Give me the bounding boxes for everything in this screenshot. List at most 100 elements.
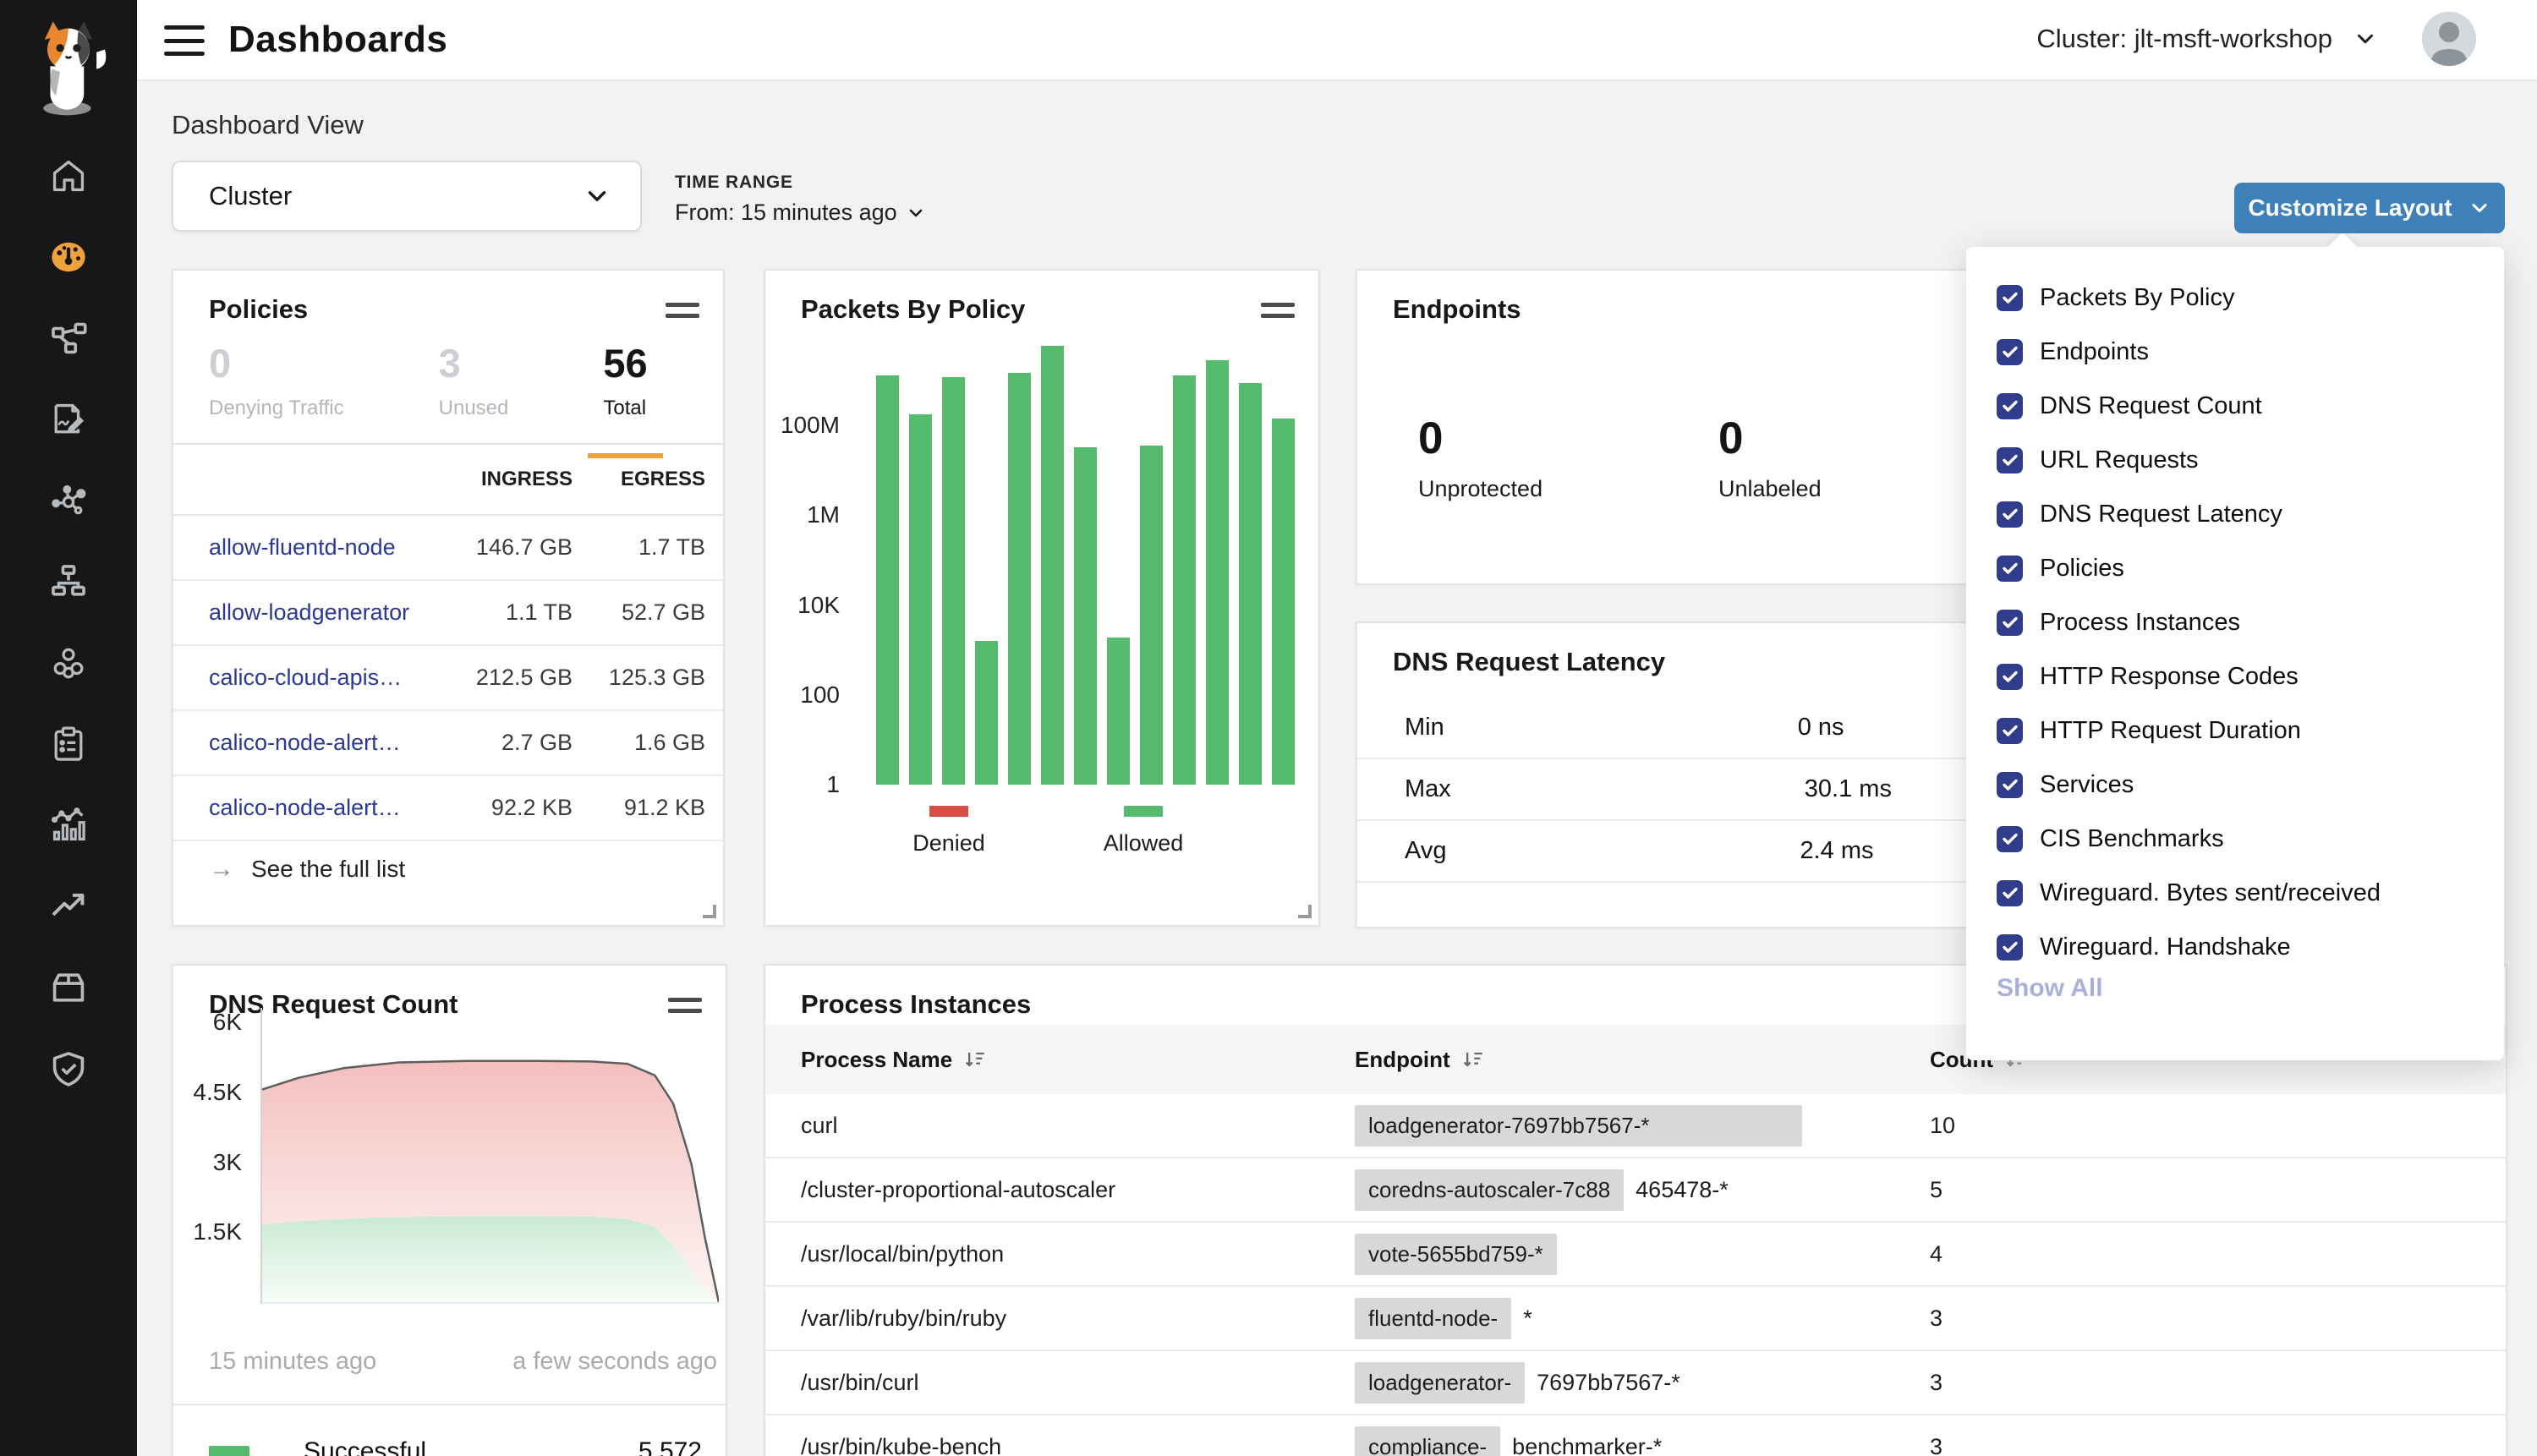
column-endpoint[interactable]: Endpoint [1355, 1047, 1879, 1073]
allowed-bar [1239, 383, 1262, 785]
sidebar-item-service-graph[interactable] [0, 299, 137, 380]
latency-label: Min [1405, 714, 1444, 742]
checkbox-checked-icon[interactable] [1997, 393, 2023, 419]
policy-name-link[interactable]: calico-node-alertmana… [209, 795, 429, 821]
sidebar-item-statistics[interactable] [0, 786, 137, 868]
sidebar-item-network-sets[interactable] [0, 462, 137, 543]
sidebar-item-image-assurance[interactable] [0, 949, 137, 1030]
sidebar-item-network-topology[interactable] [0, 543, 137, 624]
allowed-bar [1206, 360, 1229, 785]
cluster-selector-label: Cluster: jlt-msft-workshop [2036, 24, 2332, 54]
column-process-name[interactable]: Process Name [801, 1047, 1308, 1073]
card-title: Packets By Policy [801, 294, 1025, 325]
process-name: /cluster-proportional-autoscaler [801, 1158, 1308, 1221]
checkbox-checked-icon[interactable] [1997, 285, 2023, 311]
stat-denying-traffic[interactable]: 0 Denying Traffic [209, 340, 344, 445]
dashboard-view-select[interactable]: Cluster [172, 161, 642, 232]
widget-menu-item[interactable]: HTTP Response Codes [1966, 649, 2504, 703]
widget-menu-item[interactable]: HTTP Request Duration [1966, 703, 2504, 758]
policy-ingress-value: 1.1 TB [429, 599, 573, 626]
checkbox-checked-icon[interactable] [1997, 339, 2023, 365]
widget-menu-item[interactable]: Endpoints [1966, 325, 2504, 379]
y-axis-tick: 4.5K [132, 1079, 242, 1106]
dns-area-chart [262, 1008, 719, 1304]
policy-name-link[interactable]: allow-fluentd-node [209, 534, 429, 561]
allowed-bar [1272, 419, 1295, 785]
widget-menu-item[interactable]: CIS Benchmarks [1966, 812, 2504, 866]
network-tree-icon [49, 562, 88, 605]
time-range-value[interactable]: From: 15 minutes ago [675, 200, 926, 226]
process-count: 3 [1930, 1287, 2099, 1349]
menu-toggle-button[interactable] [162, 22, 206, 59]
customize-layout-button[interactable]: Customize Layout [2234, 183, 2505, 233]
widget-menu-item[interactable]: Policies [1966, 541, 2504, 595]
sidebar-item-clusters[interactable] [0, 624, 137, 705]
process-name: curl [801, 1094, 1308, 1157]
cluster-circles-icon [49, 643, 88, 687]
card-title: Endpoints [1393, 294, 1521, 325]
checkbox-checked-icon[interactable] [1997, 826, 2023, 852]
cluster-selector[interactable]: Cluster: jlt-msft-workshop [2036, 24, 2378, 54]
checkbox-checked-icon[interactable] [1997, 664, 2023, 690]
page-title: Dashboards [228, 19, 447, 61]
widget-menu-item[interactable]: Wireguard. Handshake [1966, 920, 2504, 974]
successful-swatch [209, 1446, 249, 1456]
endpoint-chip: vote-5655bd759-* [1355, 1234, 1557, 1275]
checkbox-checked-icon[interactable] [1997, 447, 2023, 473]
process-name: /usr/bin/curl [801, 1351, 1308, 1414]
checkbox-checked-icon[interactable] [1997, 934, 2023, 961]
stat-unused[interactable]: 3 Unused [439, 340, 509, 445]
sidebar-nav [0, 137, 137, 1111]
policy-row: calico-cloud-apiserver-… 212.5 GB 125.3 … [173, 646, 723, 711]
checkbox-checked-icon[interactable] [1997, 880, 2023, 906]
sidebar-item-home[interactable] [0, 137, 137, 218]
process-name: /usr/bin/kube-bench [801, 1415, 1308, 1456]
show-all-link[interactable]: Show All [1997, 974, 2103, 1003]
policy-name-link[interactable]: calico-node-alertmana… [209, 730, 429, 756]
checkbox-checked-icon[interactable] [1997, 556, 2023, 582]
sidebar-item-dashboards[interactable] [0, 218, 137, 299]
chevron-down-icon [2353, 26, 2378, 52]
policy-name-link[interactable]: allow-loadgenerator [209, 599, 429, 626]
policy-name-link[interactable]: calico-cloud-apiserver-… [209, 665, 429, 691]
see-full-list-link[interactable]: → See the full list [173, 835, 723, 903]
sidebar-item-flow-visualizer[interactable] [0, 868, 137, 949]
resize-handle[interactable] [1298, 905, 1312, 918]
sidebar-item-policies[interactable] [0, 380, 137, 462]
card-menu-icon[interactable] [1261, 303, 1295, 321]
widget-menu-item[interactable]: DNS Request Count [1966, 379, 2504, 433]
user-avatar[interactable] [2422, 12, 2476, 66]
allowed-bar [1008, 373, 1031, 785]
policy-ingress-value: 2.7 GB [429, 730, 573, 756]
widget-menu-item[interactable]: Wireguard. Bytes sent/received [1966, 866, 2504, 920]
widget-menu-item[interactable]: DNS Request Latency [1966, 487, 2504, 541]
sidebar-item-threat-defense[interactable] [0, 1030, 137, 1111]
widget-menu-item[interactable]: URL Requests [1966, 433, 2504, 487]
stat-total[interactable]: 56 Total [603, 340, 647, 445]
widget-menu-item[interactable]: Services [1966, 758, 2504, 812]
sort-icon [1460, 1048, 1484, 1071]
process-row: /usr/local/bin/python vote-5655bd759-* 4 [765, 1223, 2506, 1287]
resize-handle[interactable] [703, 905, 716, 918]
sidebar-item-compliance[interactable] [0, 705, 137, 786]
widget-menu-item[interactable]: Process Instances [1966, 595, 2504, 649]
process-endpoint: vote-5655bd759-* [1355, 1223, 1879, 1285]
allowed-swatch [1124, 806, 1163, 817]
checkbox-checked-icon[interactable] [1997, 610, 2023, 636]
widget-menu-item[interactable]: Packets By Policy [1966, 271, 2504, 325]
calico-cat-logo[interactable] [24, 14, 113, 122]
column-egress: EGRESS [573, 468, 705, 491]
process-count: 4 [1930, 1223, 2099, 1285]
topbar: Dashboards Cluster: jlt-msft-workshop [137, 0, 2537, 81]
latency-label: Max [1405, 775, 1451, 803]
card-menu-icon[interactable] [666, 303, 699, 321]
checkbox-checked-icon[interactable] [1997, 772, 2023, 798]
time-range-label: TIME RANGE [675, 172, 926, 193]
dns-legend-row-successful[interactable]: Successful 5,572 [173, 1422, 726, 1456]
policy-egress-value: 52.7 GB [573, 599, 705, 626]
arrow-right-icon: → [209, 855, 234, 884]
checkbox-checked-icon[interactable] [1997, 501, 2023, 528]
endpoint-chip: loadgenerator-7697bb7567-* [1355, 1105, 1802, 1147]
app-root: Dashboards Cluster: jlt-msft-workshop Da… [0, 0, 2537, 1456]
checkbox-checked-icon[interactable] [1997, 718, 2023, 744]
